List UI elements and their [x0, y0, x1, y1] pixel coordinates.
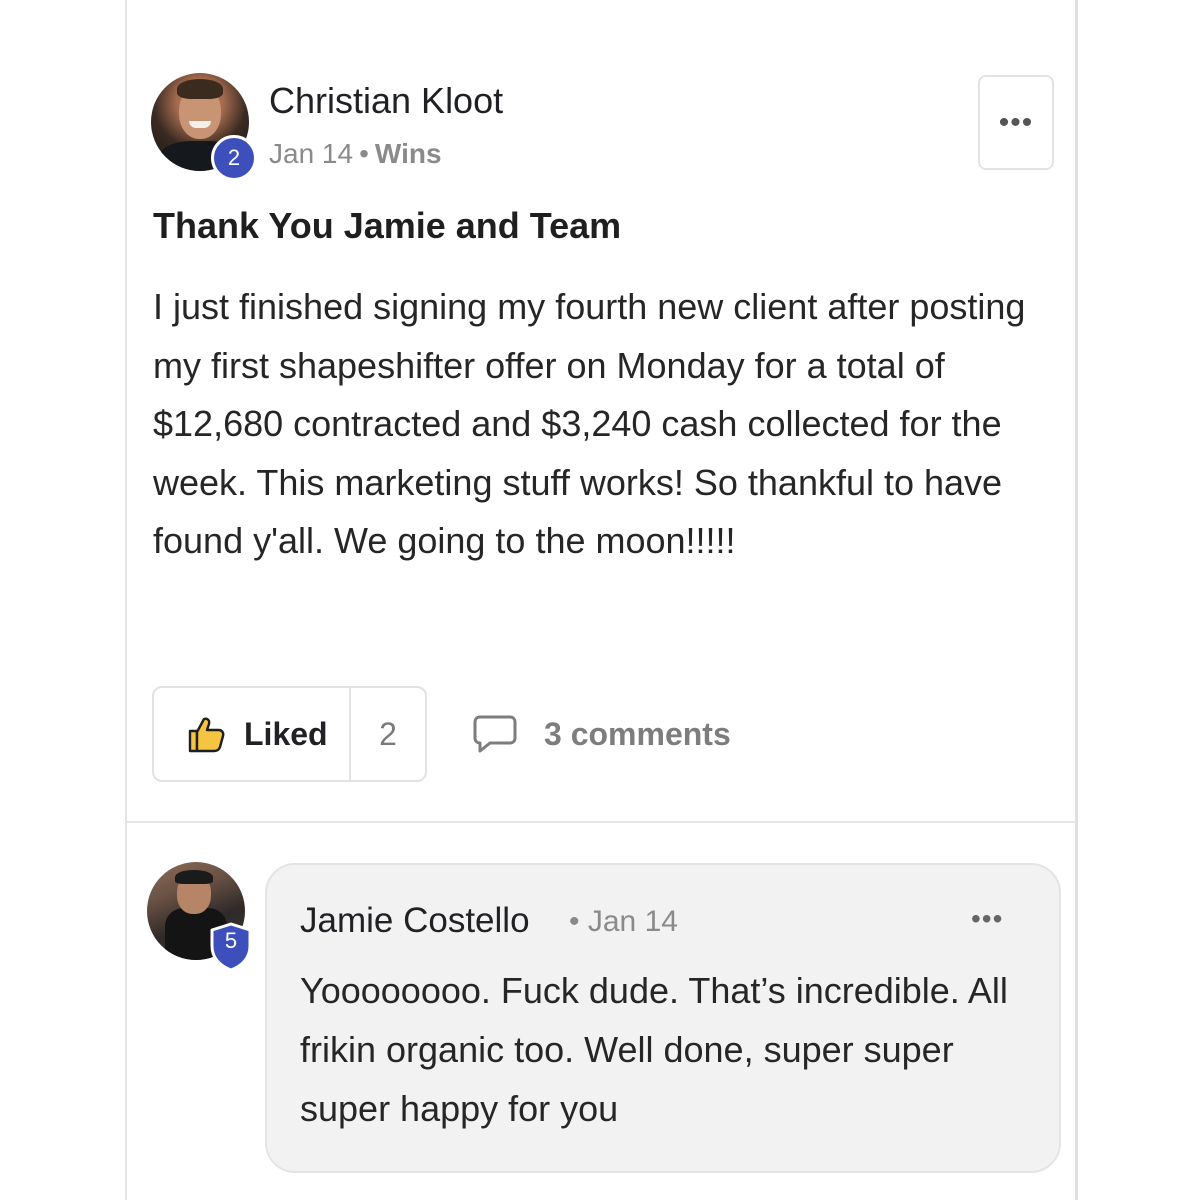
post-body: I just finished signing my fourth new cl…: [153, 286, 1026, 561]
post-card: 2 Christian Kloot Jan 14 • Wins ••• Thank …: [125, 0, 1078, 1200]
comment-meta-separator: •: [569, 905, 580, 938]
commenter-name[interactable]: Jamie Costello: [300, 901, 530, 941]
like-group: Liked 2: [152, 686, 427, 782]
section-divider: [127, 821, 1075, 823]
like-button[interactable]: Liked: [154, 688, 351, 780]
post-more-button[interactable]: •••: [978, 75, 1054, 170]
comment-bubble: Jamie Costello • Jan 14 ••• Yoooooooo. F…: [265, 863, 1061, 1173]
comment-date[interactable]: • Jan 14: [569, 905, 678, 939]
ellipsis-icon: •••: [998, 105, 1034, 139]
avatar-smile: [189, 121, 211, 128]
like-label: Liked: [244, 715, 328, 752]
comments-link[interactable]: 3 comments: [472, 710, 731, 758]
author-name[interactable]: Christian Kloot: [269, 80, 503, 122]
post-title: Thank You Jamie and Team: [153, 205, 622, 246]
post-meta: Jan 14 • Wins: [269, 138, 442, 170]
meta-separator: •: [359, 138, 369, 169]
comments-count-label: 3 comments: [544, 715, 731, 752]
author-level-badge: 2: [211, 135, 257, 181]
commenter-level: 5: [224, 928, 238, 953]
post-date[interactable]: Jan 14: [269, 138, 353, 169]
like-count[interactable]: 2: [351, 688, 425, 780]
post-category[interactable]: Wins: [375, 138, 442, 169]
avatar-hair: [177, 79, 223, 99]
speech-bubble-icon: [473, 715, 517, 753]
page: 2 Christian Kloot Jan 14 • Wins ••• Thank …: [0, 0, 1200, 1200]
ellipsis-icon: •••: [971, 903, 1004, 934]
avatar-cap: [175, 870, 213, 884]
thumbs-up-icon: [188, 717, 225, 753]
commenter-level-badge: 5: [209, 922, 253, 972]
comment-text: Yoooooooo. Fuck dude. That’s incredible.…: [300, 970, 1008, 1129]
comment-more-button[interactable]: •••: [971, 903, 1003, 935]
comment-date-text: Jan 14: [587, 905, 678, 938]
